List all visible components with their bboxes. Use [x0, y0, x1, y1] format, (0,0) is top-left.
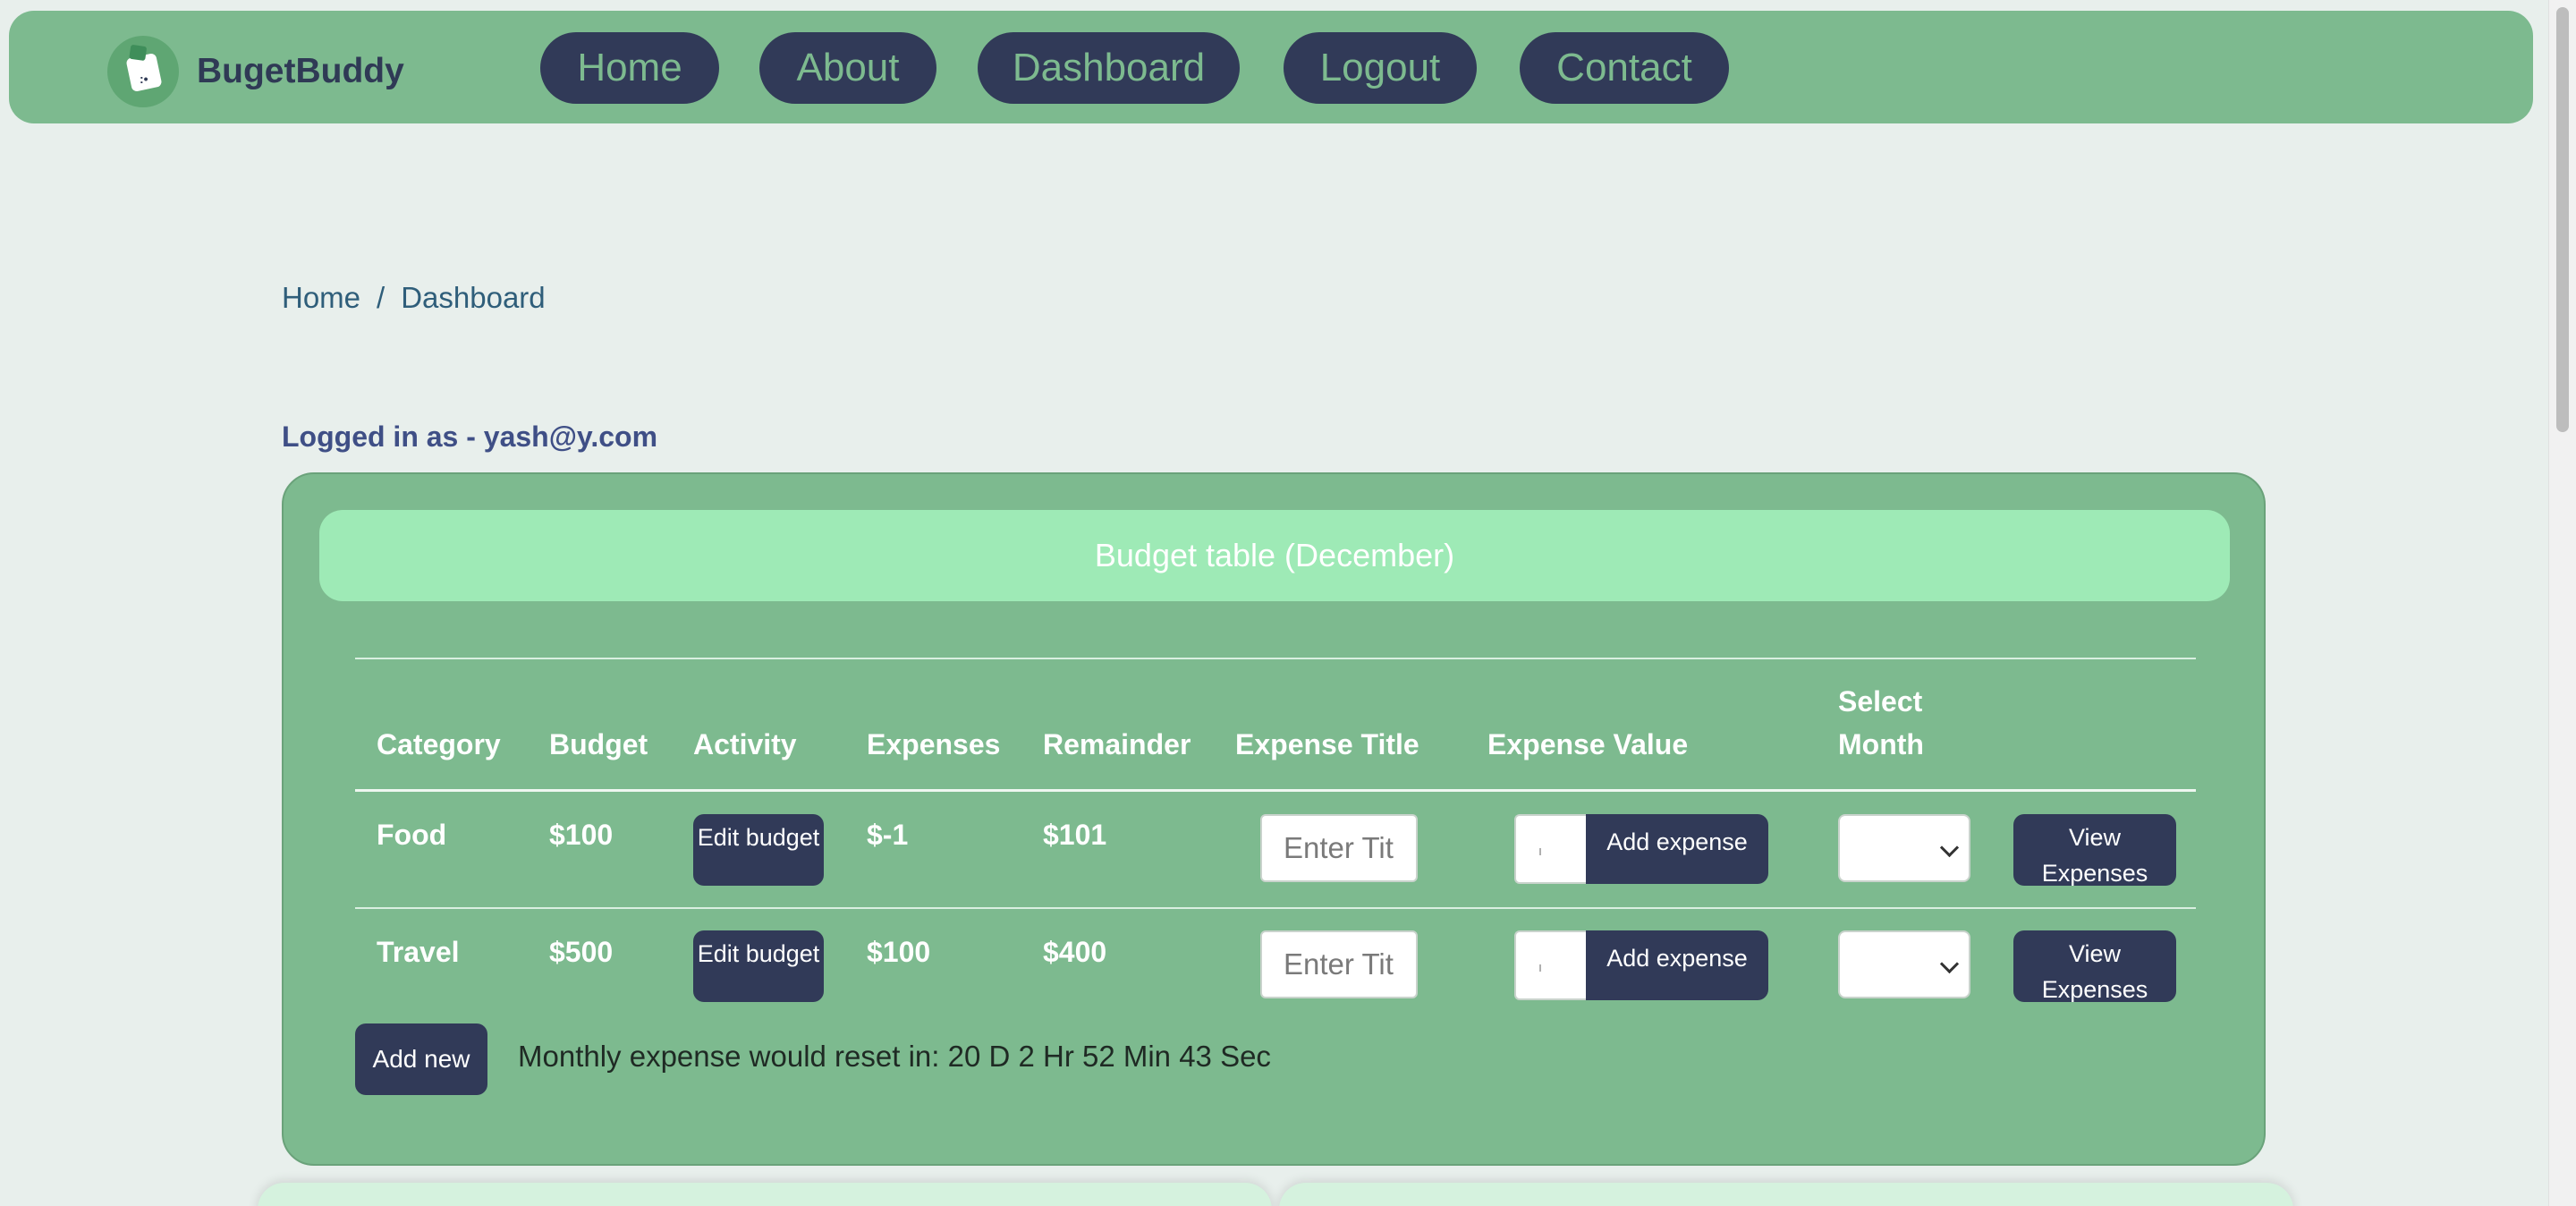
breadcrumb-current[interactable]: Dashboard — [401, 281, 545, 315]
row1-remainder: $101 — [1043, 819, 1107, 851]
nav-about-button[interactable]: About — [759, 32, 936, 104]
row1-category: Food — [377, 819, 447, 851]
nav-logout-button[interactable]: Logout — [1284, 32, 1477, 104]
budget-card: Budget table (December) Category Budget … — [282, 472, 2266, 1166]
row1-expense-title-input[interactable]: Enter Tit — [1260, 814, 1418, 882]
header-expense-value: Expense Value — [1487, 728, 1689, 760]
row1-view-expenses-button[interactable]: View Expenses — [2013, 814, 2176, 886]
header-budget: Budget — [549, 728, 648, 760]
brand-name: BugetBuddy — [197, 52, 404, 90]
row1-expenses: $-1 — [867, 819, 909, 851]
row2-view-expenses-button[interactable]: View Expenses — [2013, 930, 2176, 1002]
row2-remainder: $400 — [1043, 936, 1107, 968]
logged-in-label: Logged in as - yash@y.com — [282, 420, 658, 453]
nav-home-button[interactable]: Home — [540, 32, 719, 104]
header-select-month-line1: Select — [1838, 685, 1923, 718]
budget-table-title: Budget table (December) — [319, 510, 2230, 601]
header-remainder: Remainder — [1043, 728, 1191, 760]
breadcrumb-home-link[interactable]: Home — [282, 281, 360, 315]
header-expense-title: Expense Title — [1235, 728, 1419, 760]
row1-month-select[interactable] — [1838, 814, 1970, 882]
row2-month-select[interactable] — [1838, 930, 1970, 998]
page: :• BugetBuddy Home About Dashboard Logou… — [0, 0, 2576, 1206]
nav-dashboard-button[interactable]: Dashboard — [978, 32, 1240, 104]
header-category: Category — [377, 728, 501, 760]
navbar: :• BugetBuddy Home About Dashboard Logou… — [9, 11, 2533, 123]
chevron-down-icon — [1939, 954, 1960, 974]
header-divider — [355, 789, 2196, 792]
brand-logo-icon: :• — [107, 36, 179, 107]
header-expenses: Expenses — [867, 728, 1001, 760]
breadcrumb-separator: / — [377, 281, 386, 314]
row2-edit-budget-button[interactable]: Edit budget — [693, 930, 824, 1002]
row1-budget: $100 — [549, 819, 614, 851]
breadcrumb: Home / Dashboard — [282, 281, 546, 315]
header-select-month-line2: Month — [1838, 728, 1924, 760]
row2-expense-title-input[interactable]: Enter Tit — [1260, 930, 1418, 998]
row2-expenses: $100 — [867, 936, 931, 968]
reset-countdown-text: Monthly expense would reset in: 20 D 2 H… — [518, 1040, 1271, 1073]
scrollbar-thumb[interactable] — [2556, 7, 2569, 432]
scrollbar[interactable] — [2548, 0, 2576, 1206]
bottom-card-right — [1279, 1183, 2293, 1206]
row2-budget: $500 — [549, 936, 614, 968]
row2-add-expense-button[interactable]: Add expense — [1586, 930, 1768, 1000]
brand[interactable]: :• BugetBuddy — [107, 36, 404, 107]
row1-expense-value-input[interactable] — [1514, 814, 1588, 884]
chevron-down-icon — [1939, 837, 1960, 858]
row1-edit-budget-button[interactable]: Edit budget — [693, 814, 824, 886]
add-new-button[interactable]: Add new — [355, 1023, 487, 1095]
row-divider — [355, 907, 2196, 909]
row2-expense-value-input[interactable] — [1514, 930, 1588, 1000]
row2-category: Travel — [377, 936, 460, 968]
row1-add-expense-button[interactable]: Add expense — [1586, 814, 1768, 884]
bottom-card-left — [258, 1183, 1272, 1206]
nav-contact-button[interactable]: Contact — [1520, 32, 1729, 104]
table-top-divider — [355, 658, 2196, 659]
header-activity: Activity — [693, 728, 797, 760]
